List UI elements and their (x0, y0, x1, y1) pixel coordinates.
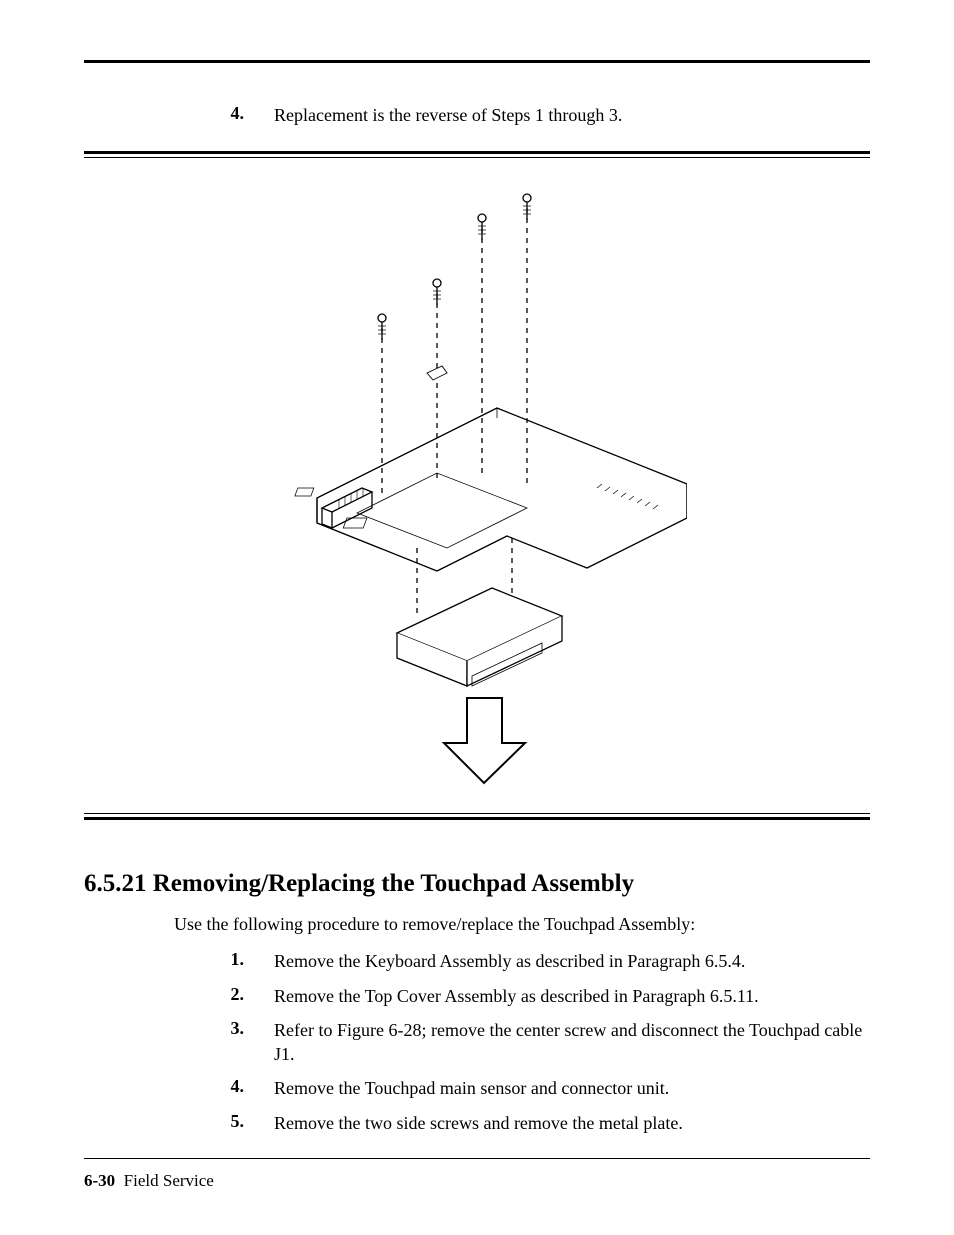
step-number: 3. (174, 1018, 274, 1067)
step-text: Remove the Keyboard Assembly as describe… (274, 949, 870, 973)
step-text: Remove the Touchpad main sensor and conn… (274, 1076, 870, 1100)
page-top-rule (84, 60, 870, 63)
step-text: Replacement is the reverse of Steps 1 th… (274, 103, 870, 127)
figure-exploded-view (84, 158, 870, 813)
figure-svg (267, 188, 687, 788)
rule-thick (84, 60, 870, 63)
figure-top-rules (84, 151, 870, 158)
step-row: 4. Remove the Touchpad main sensor and c… (174, 1076, 870, 1100)
page-number: 6-30 (84, 1171, 115, 1190)
section-intro: Use the following procedure to remove/re… (174, 914, 870, 935)
rule-thick (84, 151, 870, 154)
step-row: 4. Replacement is the reverse of Steps 1… (174, 103, 870, 127)
step-text: Refer to Figure 6-28; remove the center … (274, 1018, 870, 1067)
step-number: 1. (174, 949, 274, 973)
step-text: Remove the Top Cover Assembly as describ… (274, 984, 870, 1008)
step-row: 5. Remove the two side screws and remove… (174, 1111, 870, 1135)
section-intro-block: Use the following procedure to remove/re… (84, 914, 870, 1135)
rule-thick (84, 817, 870, 820)
step-number: 4. (174, 1076, 274, 1100)
document-page: 4. Replacement is the reverse of Steps 1… (0, 0, 954, 1235)
footer-text: 6-30 Field Service (84, 1171, 870, 1191)
step-row: 2. Remove the Top Cover Assembly as desc… (174, 984, 870, 1008)
section-heading: 6.5.21 Removing/Replacing the Touchpad A… (84, 870, 870, 898)
figure-bottom-rules (84, 813, 870, 820)
step-text: Remove the two side screws and remove th… (274, 1111, 870, 1135)
prev-step-block: 4. Replacement is the reverse of Steps 1… (84, 103, 870, 127)
footer-rule (84, 1158, 870, 1159)
chapter-label: Field Service (124, 1171, 214, 1190)
page-footer: 6-30 Field Service (84, 1158, 870, 1191)
step-row: 3. Refer to Figure 6-28; remove the cent… (174, 1018, 870, 1067)
rule-thin (84, 813, 870, 814)
step-row: 1. Remove the Keyboard Assembly as descr… (174, 949, 870, 973)
step-number: 5. (174, 1111, 274, 1135)
step-number: 2. (174, 984, 274, 1008)
step-number: 4. (174, 103, 274, 127)
